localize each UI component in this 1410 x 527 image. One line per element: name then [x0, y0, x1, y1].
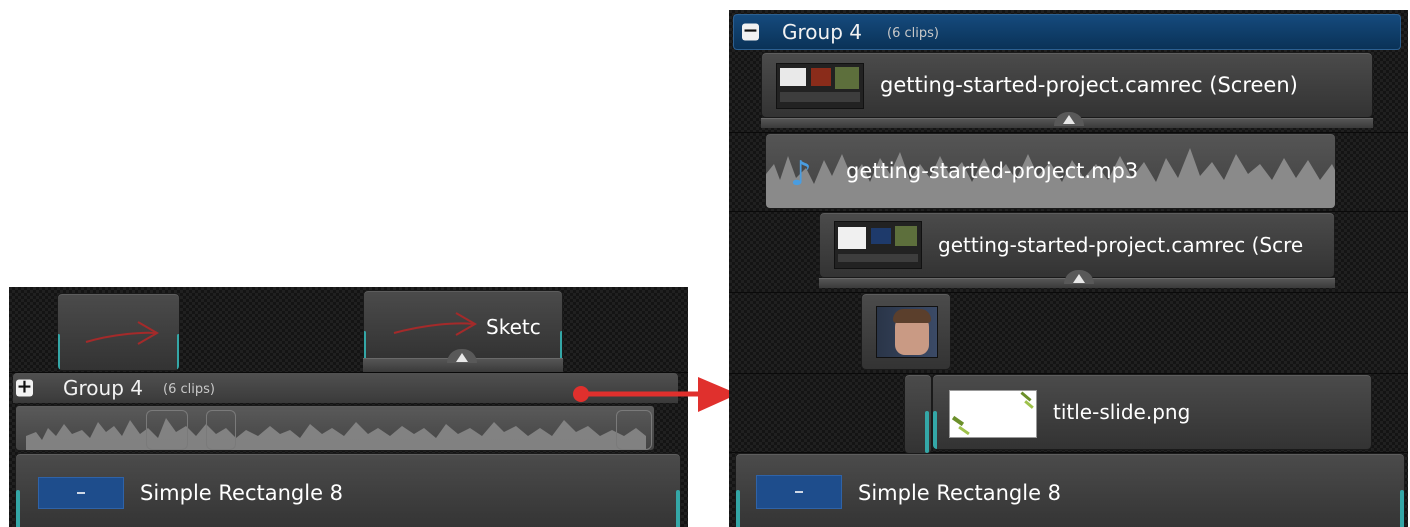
group-title: Group 4 — [782, 20, 862, 44]
sketch-arrow-icon — [85, 321, 159, 345]
clip-edge-handle[interactable] — [1400, 490, 1404, 527]
sketch-clip-label: Sketc — [486, 315, 541, 339]
collapse-triangle-icon[interactable] — [1063, 115, 1075, 124]
track-1: getting-started-project.camrec (Screen) — [729, 52, 1408, 133]
sketch-clip-1[interactable] — [57, 293, 180, 371]
track-3: getting-started-project.camrec (Scre — [729, 212, 1408, 293]
screen-recording-clip-1[interactable]: getting-started-project.camrec (Screen) — [761, 52, 1373, 118]
music-note-icon: ♪ — [790, 154, 812, 194]
group-collapsed-body[interactable] — [15, 405, 655, 451]
clip-edge-handle[interactable] — [676, 490, 680, 527]
plus-icon: + — [16, 375, 33, 398]
screen-recording-thumbnail — [834, 221, 922, 269]
screen-recording-clip-1-label: getting-started-project.camrec (Screen) — [880, 73, 1298, 97]
audio-clip[interactable]: ♪ getting-started-project.mp3 — [765, 133, 1336, 209]
rectangle-thumbnail — [756, 475, 842, 509]
transition-arrow-icon — [573, 377, 738, 412]
group-bar-expanded[interactable]: − Group 4 (6 clips) — [733, 14, 1401, 50]
minus-icon: − — [742, 19, 759, 42]
collapse-triangle-icon[interactable] — [456, 353, 468, 362]
clip-edge-handle[interactable] — [925, 411, 929, 453]
group-title: Group 4 — [63, 376, 143, 400]
rectangle-clip-label: Simple Rectangle 8 — [140, 481, 344, 505]
track-4 — [729, 293, 1408, 374]
rectangle-clip-label: Simple Rectangle 8 — [858, 481, 1062, 505]
track-5: title-slide.png — [729, 374, 1408, 454]
clip-edge-handle[interactable] — [58, 334, 60, 370]
image-clip-label: title-slide.png — [1053, 400, 1191, 424]
screen-recording-clip-2[interactable]: getting-started-project.camrec (Scre — [819, 212, 1335, 278]
collapse-group-button[interactable]: − — [742, 19, 759, 42]
track-2: ♪ getting-started-project.mp3 — [729, 133, 1408, 212]
screen-recording-clip-2-label: getting-started-project.camrec (Scre — [938, 233, 1304, 257]
webcam-clip[interactable] — [861, 293, 951, 370]
collapse-triangle-icon[interactable] — [1073, 274, 1085, 283]
clip-edge-handle[interactable] — [933, 411, 937, 449]
clip-edge-handle[interactable] — [736, 490, 740, 527]
clip-edge-handle[interactable] — [364, 331, 366, 358]
group-clip-segment — [616, 410, 652, 450]
rectangle-clip[interactable]: Simple Rectangle 8 — [735, 453, 1405, 527]
rectangle-thumbnail — [38, 477, 124, 509]
group-clip-segment — [146, 410, 188, 450]
clip-edge-handle[interactable] — [16, 490, 20, 527]
sketch-arrow-icon — [393, 312, 477, 336]
group-clip-segment — [206, 410, 236, 450]
webcam-thumbnail — [876, 306, 938, 358]
image-clip-handle[interactable] — [904, 374, 932, 454]
expand-group-button[interactable]: + — [16, 375, 33, 398]
clip-edge-handle[interactable] — [177, 334, 179, 370]
timeline-after: − Group 4 (6 clips) getting-started-proj… — [729, 10, 1408, 527]
image-thumbnail — [949, 390, 1037, 438]
audio-waveform — [26, 418, 646, 450]
image-clip[interactable]: title-slide.png — [932, 374, 1372, 450]
audio-clip-label: getting-started-project.mp3 — [846, 159, 1139, 183]
group-clip-count: (6 clips) — [887, 26, 939, 41]
track-sketch: Sketc — [9, 287, 688, 373]
group-clip-count: (6 clips) — [163, 382, 215, 397]
clip-edge-handle[interactable] — [560, 331, 562, 358]
rectangle-clip[interactable]: Simple Rectangle 8 — [15, 453, 681, 527]
screen-recording-thumbnail — [776, 63, 864, 109]
